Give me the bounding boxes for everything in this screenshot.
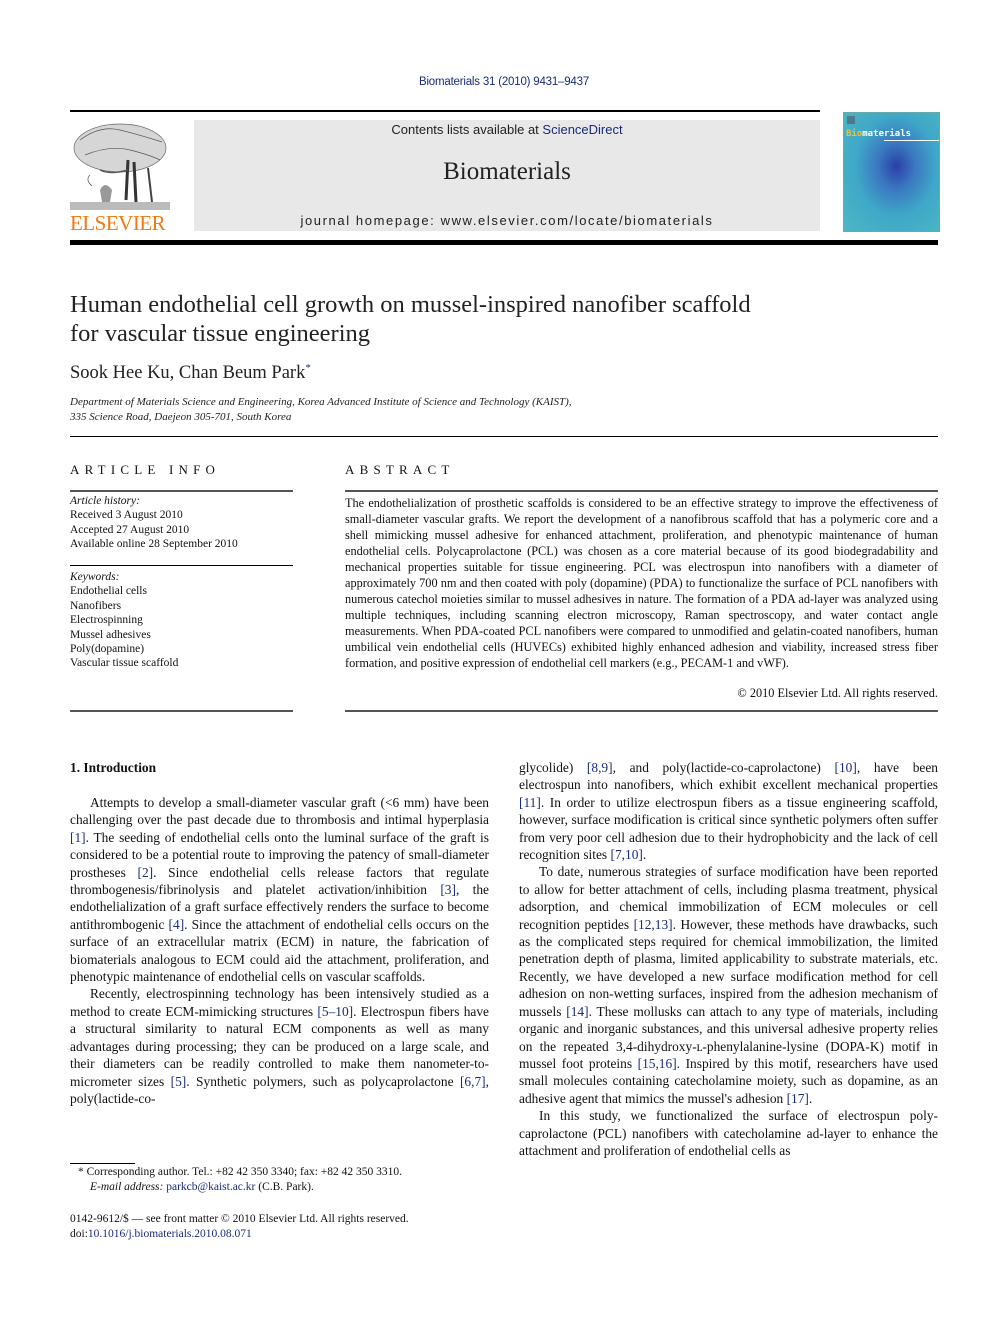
authors-text: Sook Hee Ku, Chan Beum Park xyxy=(70,363,306,384)
journal-cover-image[interactable]: Biomaterials xyxy=(843,112,940,232)
keywords: Keywords: Endothelial cells Nanofibers E… xyxy=(70,570,293,671)
citation-link[interactable]: [2] xyxy=(138,865,154,880)
sciencedirect-link[interactable]: ScienceDirect xyxy=(542,122,622,137)
abstract-text: The endothelialization of prosthetic sca… xyxy=(345,496,938,670)
citation-link[interactable]: [12,13] xyxy=(634,917,673,932)
citation-link[interactable]: [14] xyxy=(566,1004,588,1019)
citation-link[interactable]: [17] xyxy=(787,1091,809,1106)
citation-link[interactable]: [5–10] xyxy=(317,1004,353,1019)
author-list: Sook Hee Ku, Chan Beum Park* xyxy=(70,362,311,384)
front-matter: 0142-9612/$ — see front matter © 2010 El… xyxy=(70,1212,490,1242)
cover-title: Biomaterials xyxy=(846,129,911,139)
keywords-label: Keywords: xyxy=(70,571,120,583)
body-paragraph: In this study, we functionalized the sur… xyxy=(519,1107,938,1159)
body-paragraph: Recently, electrospinning technology has… xyxy=(70,985,489,1107)
contents-line: Contents lists available at ScienceDirec… xyxy=(194,122,820,137)
corresponding-author-mark[interactable]: * xyxy=(305,362,311,374)
elsevier-logo[interactable]: ELSEVIER xyxy=(70,120,170,235)
abstract-copyright: © 2010 Elsevier Ltd. All rights reserved… xyxy=(737,686,938,700)
introduction-heading: 1. Introduction xyxy=(70,760,157,775)
doi-link[interactable]: 10.1016/j.biomaterials.2010.08.071 xyxy=(88,1228,252,1240)
journal-banner: Contents lists available at ScienceDirec… xyxy=(194,120,820,231)
citation-link[interactable]: [3] xyxy=(440,882,456,897)
citation-link[interactable]: [5] xyxy=(171,1074,187,1089)
body-paragraph: Attempts to develop a small-diameter vas… xyxy=(70,794,489,985)
body-text: , and poly(lactide-co-caprolactone) xyxy=(612,760,835,775)
history-item: Accepted 27 August 2010 xyxy=(70,523,190,536)
affiliation-line-1: Department of Materials Science and Engi… xyxy=(70,396,572,408)
footnote-rule xyxy=(70,1163,135,1164)
citation-link[interactable]: [15,16] xyxy=(638,1056,677,1071)
history-item: Available online 28 September 2010 xyxy=(70,538,238,551)
header-thick-rule xyxy=(70,240,938,245)
body-paragraph: glycolide) [8,9], and poly(lactide-co-ca… xyxy=(519,759,938,863)
elsevier-tree-icon xyxy=(70,123,170,210)
title-line-2: for vascular tissue engineering xyxy=(70,320,371,347)
keyword-item: Poly(dopamine) xyxy=(70,643,145,656)
email-suffix: (C.B. Park). xyxy=(255,1181,314,1193)
footnote: * Corresponding author. Tel.: +82 42 350… xyxy=(70,1165,490,1195)
article-info-divider xyxy=(70,565,293,566)
history-label: Article history: xyxy=(70,495,140,507)
title-line-1: Human endothelial cell growth on mussel-… xyxy=(70,291,751,318)
doi-label: doi: xyxy=(70,1228,88,1240)
issn-copyright: 0142-9612/$ — see front matter © 2010 El… xyxy=(70,1213,409,1225)
body-column-right: glycolide) [8,9], and poly(lactide-co-ca… xyxy=(519,759,938,1159)
section-rule xyxy=(70,436,938,437)
keyword-item: Mussel adhesives xyxy=(70,628,151,641)
affiliation-line-2: 335 Science Road, Daejeon 305-701, South… xyxy=(70,410,292,423)
citation-link[interactable]: [1] xyxy=(70,830,86,845)
corresponding-author-note: Corresponding author. Tel.: +82 42 350 3… xyxy=(86,1166,403,1178)
citation-link[interactable]: [6,7] xyxy=(460,1074,486,1089)
body-text: Attempts to develop a small-diameter vas… xyxy=(70,795,489,828)
abstract-bottom-rule xyxy=(345,710,938,712)
keyword-item: Endothelial cells xyxy=(70,585,147,598)
body-text: . Synthetic polymers, such as polycaprol… xyxy=(186,1073,460,1089)
contents-prefix: Contents lists available at xyxy=(391,122,543,137)
body-text: . xyxy=(808,1090,813,1106)
citation-link[interactable]: [11] xyxy=(519,795,541,810)
email-link[interactable]: parkcb@kaist.ac.kr xyxy=(166,1181,255,1193)
abstract-rule xyxy=(345,490,938,492)
cover-rule xyxy=(884,140,939,141)
citation-link[interactable]: [4] xyxy=(169,917,185,932)
citation-link[interactable]: [7,10] xyxy=(611,847,643,862)
keyword-item: Nanofibers xyxy=(70,599,122,612)
article-title: Human endothelial cell growth on mussel-… xyxy=(70,290,870,348)
header-rule xyxy=(70,110,820,112)
body-paragraph: To date, numerous strategies of surface … xyxy=(519,863,938,1107)
keyword-item: Electrospinning xyxy=(70,614,143,627)
cover-publisher-icon xyxy=(847,116,855,124)
journal-citation[interactable]: Biomaterials 31 (2010) 9431–9437 xyxy=(0,76,992,88)
footnote-mark: * xyxy=(78,1166,84,1178)
elsevier-wordmark: ELSEVIER xyxy=(70,211,166,235)
affiliation: Department of Materials Science and Engi… xyxy=(70,395,770,424)
journal-name: Biomaterials xyxy=(443,158,571,185)
body-text: glycolide) xyxy=(519,760,587,775)
article-info-heading: ARTICLE INFO xyxy=(70,462,221,477)
body-column-left: Attempts to develop a small-diameter vas… xyxy=(70,794,489,1107)
cover-title-rest: materials xyxy=(862,129,912,139)
email-label: E-mail address: xyxy=(90,1181,167,1193)
keyword-item: Vascular tissue scaffold xyxy=(70,657,179,670)
journal-homepage-link[interactable]: journal homepage: www.elsevier.com/locat… xyxy=(194,213,820,228)
body-text: . In order to utilize electrospun fibers… xyxy=(519,794,938,863)
article-info-rule xyxy=(70,490,293,492)
history-item: Received 3 August 2010 xyxy=(70,509,183,522)
citation-link[interactable]: [8,9] xyxy=(587,760,613,775)
abstract-heading: ABSTRACT xyxy=(345,462,455,477)
article-info-bottom-rule xyxy=(70,710,293,712)
body-text: In this study, we functionalized the sur… xyxy=(519,1108,938,1158)
article-history: Article history: Received 3 August 2010 … xyxy=(70,494,293,552)
body-text: . xyxy=(642,847,647,863)
cover-title-accent: Bio xyxy=(846,129,863,139)
citation-link[interactable]: [10] xyxy=(835,760,857,775)
